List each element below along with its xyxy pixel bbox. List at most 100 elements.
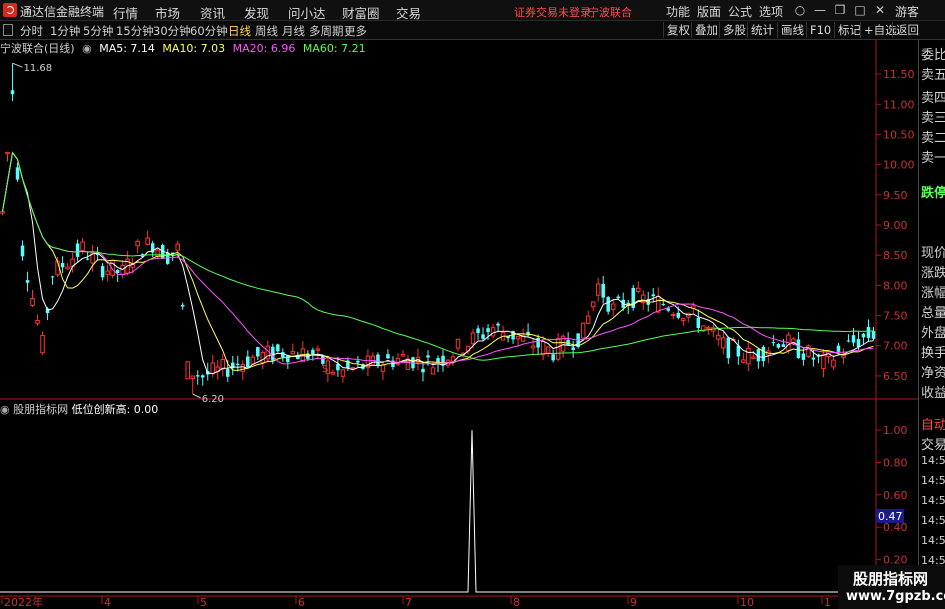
candle-body [821, 354, 826, 370]
candle-body [50, 276, 55, 278]
side-panel-label: 14:55 [921, 514, 945, 527]
candle-body [595, 283, 601, 296]
indicator-name[interactable]: 股朋指标网 [13, 403, 68, 416]
candle-body [281, 352, 285, 358]
side-panel-label: 涨幅 [921, 286, 945, 301]
ma60-line [2, 151, 874, 361]
candle-body [100, 266, 105, 278]
candle-body [676, 312, 681, 318]
candle-body [256, 347, 260, 357]
candle-body [135, 240, 140, 247]
candle-body [340, 369, 346, 377]
candle-body [540, 340, 546, 356]
candle-body [400, 353, 406, 357]
candle-body [20, 245, 25, 257]
candle-body [25, 280, 30, 283]
candle-body [10, 90, 15, 95]
candle-body [15, 167, 20, 180]
candle-body [771, 342, 776, 344]
candle-body [271, 346, 275, 361]
candle-body [476, 328, 480, 334]
candle-body [490, 327, 496, 337]
candle-body [236, 363, 240, 366]
candle-body [426, 355, 430, 358]
candle-body [606, 297, 610, 312]
price-tick-label: 9.50 [883, 189, 908, 202]
current-value-label: 0.47 [878, 510, 903, 523]
side-panel-label: 卖四 [921, 91, 945, 106]
candle-body [696, 317, 701, 329]
candle-body [866, 326, 871, 338]
candle-body [610, 303, 616, 310]
candle-body [515, 336, 521, 340]
candle-body [185, 361, 190, 380]
candle-body [290, 351, 296, 355]
candle-body [751, 356, 756, 359]
candle-body [0, 211, 5, 214]
candle-body [5, 151, 10, 155]
high-price-label: 11.68 [24, 63, 53, 74]
side-panel-label: 净资 [921, 366, 945, 381]
time-tick-label: 9 [630, 596, 637, 609]
indicator-tick-label: 0.40 [883, 521, 908, 534]
candle-body [706, 326, 711, 329]
side-panel-label: 自动 [921, 418, 945, 433]
candle-body [580, 322, 586, 339]
candle-body [616, 296, 620, 299]
candle-body [260, 351, 266, 363]
time-tick-label: 7 [405, 596, 412, 609]
candle-body [555, 338, 561, 360]
candle-body [35, 320, 40, 324]
candle-body [571, 347, 575, 350]
candles: 11.686.20S [0, 62, 876, 405]
price-tick-label: 7.00 [883, 340, 908, 353]
price-tick-label: 11.00 [883, 98, 915, 111]
candle-body [601, 283, 605, 298]
indicator-tick-label: 0.80 [883, 456, 908, 469]
indicator-settings-icon[interactable]: ◉ [0, 403, 10, 416]
site-watermark: 股朋指标网 www.7gpzb.com [838, 565, 945, 609]
candle-body [716, 334, 721, 340]
side-panel-label: 委比 [921, 48, 945, 63]
candle-body [486, 328, 490, 333]
candle-body [481, 334, 485, 339]
candle-body [85, 258, 90, 260]
candle-body [831, 359, 836, 368]
indicator-formula: 低位创新高: 0.00 [71, 403, 159, 416]
candle-body [861, 333, 866, 338]
kline-chart[interactable]: 11.686.20S 11.5011.0010.5010.009.509.008… [0, 0, 918, 609]
time-tick-label: 10 [740, 596, 754, 609]
candle-body [321, 355, 325, 364]
candle-body [796, 339, 801, 359]
side-panel-label: 收益 [921, 386, 945, 401]
candle-body [430, 367, 436, 375]
candle-body [801, 353, 806, 360]
candle-body [811, 357, 816, 360]
candle-body [651, 294, 655, 297]
candle-body [250, 356, 256, 365]
candle-body [246, 356, 250, 368]
candle-body [450, 356, 456, 362]
time-tick-label: 5 [200, 596, 207, 609]
candle-body [276, 344, 280, 352]
candle-body [681, 318, 686, 322]
sell-marker: S [322, 364, 328, 375]
indicator-tick-label: 1.00 [883, 424, 908, 437]
candle-body [530, 345, 536, 349]
side-panel-label: 卖二 [921, 131, 945, 146]
side-panel-label: 14:54 [921, 474, 945, 487]
candle-body [871, 331, 876, 339]
candle-body [781, 344, 786, 347]
candle-body [60, 263, 65, 268]
candle-body [856, 339, 861, 348]
indicator-tick-label: 0.60 [883, 489, 908, 502]
indicator-lines [0, 430, 876, 593]
side-panel-label: 总量 [921, 306, 945, 321]
candle-body [846, 340, 851, 342]
indicator-line [0, 430, 876, 593]
candle-body [590, 301, 596, 308]
watermark-title: 股朋指标网 [853, 570, 929, 588]
price-tick-label: 10.00 [883, 159, 915, 172]
time-tick-label: 1 [824, 596, 831, 609]
high-label-pointer [12, 62, 23, 68]
